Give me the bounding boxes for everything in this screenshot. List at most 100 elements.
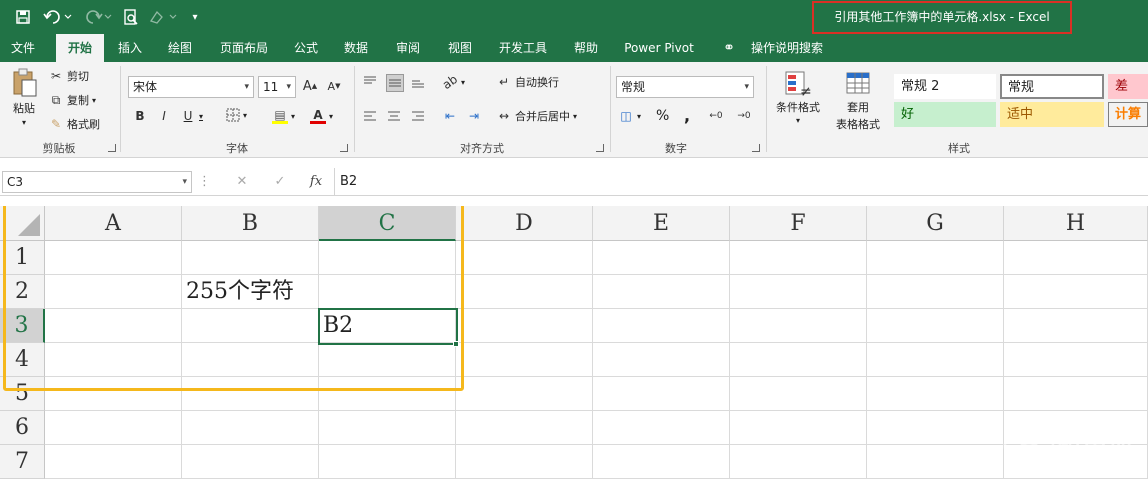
enter-icon[interactable]: ✓ xyxy=(270,172,290,192)
align-center-button[interactable] xyxy=(386,108,402,124)
underline-button[interactable]: U ▾ xyxy=(180,108,203,124)
style-normal[interactable]: 常规 xyxy=(1000,74,1104,99)
tab-power-pivot[interactable]: Power Pivot xyxy=(616,34,702,62)
grid-cell[interactable] xyxy=(45,411,182,445)
style-normal-2[interactable]: 常规 2 xyxy=(894,74,996,99)
grid-cell[interactable] xyxy=(593,241,730,275)
format-as-table-button[interactable]: 套用 表格格式 xyxy=(826,70,890,132)
row-header-7[interactable]: 7 xyxy=(0,445,45,479)
column-header-g[interactable]: G xyxy=(867,206,1004,241)
grid-cell[interactable] xyxy=(1004,241,1148,275)
grid-cell[interactable] xyxy=(456,445,593,479)
grid-cell[interactable] xyxy=(730,377,867,411)
grid-cell[interactable] xyxy=(1004,309,1148,343)
grid-cell[interactable] xyxy=(593,411,730,445)
grid-cell[interactable] xyxy=(593,445,730,479)
tab-home[interactable]: 开始 xyxy=(56,34,104,62)
formula-bar-grip-icon[interactable]: ⋮ xyxy=(198,172,211,192)
grid-cell[interactable] xyxy=(182,445,319,479)
grid-cell[interactable] xyxy=(456,309,593,343)
tab-developer[interactable]: 开发工具 xyxy=(490,34,556,62)
alignment-launcher-icon[interactable] xyxy=(596,144,604,152)
tab-page-layout[interactable]: 页面布局 xyxy=(212,34,276,62)
touch-mode-icon[interactable] xyxy=(145,7,181,27)
tab-review[interactable]: 审阅 xyxy=(388,34,428,62)
grid-cell[interactable] xyxy=(867,241,1004,275)
shrink-font-button[interactable]: A ▼ xyxy=(326,78,342,94)
undo-icon[interactable] xyxy=(40,7,76,27)
insert-function-icon[interactable]: fx xyxy=(306,172,326,192)
grid-cell[interactable] xyxy=(867,411,1004,445)
align-right-button[interactable] xyxy=(410,108,426,124)
number-launcher-icon[interactable] xyxy=(752,144,760,152)
grid-cell[interactable] xyxy=(730,343,867,377)
tab-view[interactable]: 视图 xyxy=(440,34,480,62)
redo-icon[interactable] xyxy=(80,7,116,27)
font-name-combo[interactable]: 宋体 ▾ xyxy=(128,76,254,98)
grid-cell[interactable] xyxy=(867,343,1004,377)
bold-button[interactable]: B xyxy=(132,108,148,124)
tab-data[interactable]: 数据 xyxy=(336,34,376,62)
formula-input[interactable]: B2 xyxy=(340,171,357,193)
italic-button[interactable]: I xyxy=(156,108,172,124)
font-color-button[interactable]: A ▾ xyxy=(310,108,333,124)
grid-cell[interactable] xyxy=(1004,377,1148,411)
increase-indent-button[interactable]: ⇥ xyxy=(466,108,482,124)
grid-cell[interactable] xyxy=(319,445,456,479)
grid-cell[interactable] xyxy=(182,411,319,445)
tab-help[interactable]: 帮助 xyxy=(566,34,606,62)
grid-cell[interactable] xyxy=(593,377,730,411)
column-header-e[interactable]: E xyxy=(593,206,730,241)
grid-cell[interactable] xyxy=(730,309,867,343)
clipboard-launcher-icon[interactable] xyxy=(108,144,116,152)
save-icon[interactable] xyxy=(12,7,34,27)
name-box[interactable]: C3 ▾ xyxy=(2,171,192,193)
column-header-d[interactable]: D xyxy=(456,206,593,241)
font-launcher-icon[interactable] xyxy=(340,144,348,152)
tell-me-search[interactable]: 操作说明搜索 xyxy=(744,34,830,62)
grid-cell[interactable] xyxy=(1004,343,1148,377)
orientation-button[interactable]: ab ▾ xyxy=(440,72,465,92)
style-neutral[interactable]: 适中 xyxy=(1000,102,1104,127)
font-size-combo[interactable]: 11 ▾ xyxy=(258,76,296,98)
align-top-button[interactable] xyxy=(362,74,378,90)
grid-cell[interactable] xyxy=(456,377,593,411)
grid-cell[interactable] xyxy=(456,411,593,445)
grid-cell[interactable] xyxy=(593,309,730,343)
grid-cell[interactable] xyxy=(867,309,1004,343)
number-format-combo[interactable]: 常规 ▾ xyxy=(616,76,754,98)
fill-color-button[interactable]: ▤ ▾ xyxy=(272,108,295,124)
tab-formulas[interactable]: 公式 xyxy=(286,34,326,62)
tab-file[interactable]: 文件 xyxy=(0,34,46,62)
cancel-icon[interactable]: ✕ xyxy=(232,172,252,192)
align-bottom-button[interactable] xyxy=(410,74,426,90)
row-header-6[interactable]: 6 xyxy=(0,411,45,445)
accounting-format-button[interactable]: ◫ ▾ xyxy=(618,108,641,124)
grid-cell[interactable] xyxy=(319,411,456,445)
wrap-text-button[interactable]: ↵ 自动换行 xyxy=(496,74,559,90)
grid-cell[interactable] xyxy=(456,241,593,275)
customize-icon[interactable]: ▾ xyxy=(186,7,204,27)
grid-cell[interactable] xyxy=(593,275,730,309)
percent-button[interactable]: % xyxy=(656,108,669,124)
paste-button[interactable]: 粘贴 ▾ xyxy=(6,68,42,128)
grid-cell[interactable] xyxy=(456,275,593,309)
style-good[interactable]: 好 xyxy=(894,102,996,127)
worksheet-grid[interactable]: A B C D E F G H 1 2 3 4 5 6 7 255个字符 B2 xyxy=(0,206,1148,479)
decrease-indent-button[interactable]: ⇤ xyxy=(442,108,458,124)
grid-cell[interactable] xyxy=(867,445,1004,479)
align-left-button[interactable] xyxy=(362,108,378,124)
grid-cell[interactable] xyxy=(1004,275,1148,309)
grid-cell[interactable] xyxy=(730,275,867,309)
decrease-decimal-button[interactable]: →0 xyxy=(736,108,752,124)
grid-cell[interactable] xyxy=(730,445,867,479)
cut-button[interactable]: ✂ 剪切 xyxy=(48,68,89,84)
increase-decimal-button[interactable]: ←0 xyxy=(708,108,724,124)
grid-cell[interactable] xyxy=(593,343,730,377)
style-calculation[interactable]: 计算 xyxy=(1108,102,1148,127)
comma-button[interactable]: , xyxy=(684,106,690,125)
column-header-f[interactable]: F xyxy=(730,206,867,241)
print-preview-icon[interactable] xyxy=(120,7,142,27)
column-header-h[interactable]: H xyxy=(1004,206,1148,241)
merge-center-button[interactable]: ↔ 合并后居中 ▾ xyxy=(496,108,577,124)
